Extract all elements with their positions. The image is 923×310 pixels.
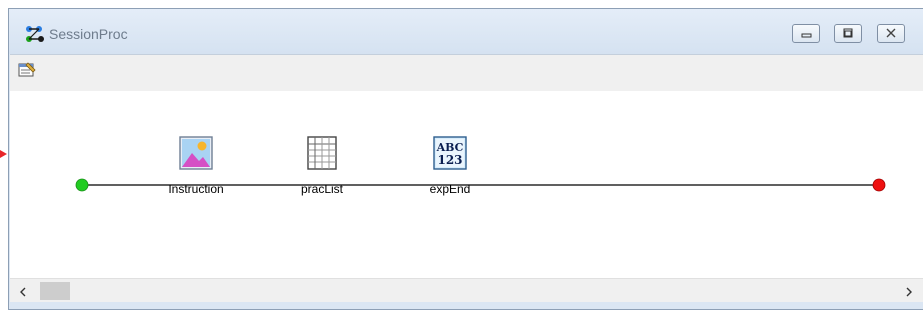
chevron-left-icon[interactable]: [16, 285, 30, 299]
title-bar[interactable]: SessionProc: [9, 9, 923, 54]
timeline-end-node: [872, 178, 886, 192]
timeline-object-praclist[interactable]: pracList: [282, 136, 362, 196]
object-label: expEnd: [429, 182, 471, 196]
timeline-canvas[interactable]: Instruction pracList ABC 123 expEnd: [10, 91, 923, 278]
properties-icon[interactable]: [18, 62, 36, 78]
red-arrow-marker: [0, 150, 7, 158]
toolbar: [10, 54, 923, 92]
image-display-icon: [179, 136, 213, 170]
timeline-start-node: [75, 178, 89, 192]
svg-text:123: 123: [437, 153, 462, 167]
procedure-icon: [26, 26, 44, 42]
text-display-icon: ABC 123: [433, 136, 467, 170]
horizontal-scrollbar[interactable]: [10, 278, 923, 304]
minimize-button[interactable]: [792, 24, 820, 43]
window-title: SessionProc: [49, 26, 128, 42]
minimize-icon: [801, 33, 812, 38]
object-label: Instruction: [168, 182, 224, 196]
timeline-object-expend[interactable]: ABC 123 expEnd: [410, 136, 490, 196]
object-label: pracList: [300, 182, 344, 196]
maximize-icon: [843, 28, 853, 38]
close-button[interactable]: [877, 24, 905, 43]
maximize-button[interactable]: [834, 24, 862, 43]
session-proc-window: SessionProc Instruction pracList ABC 123…: [8, 8, 923, 310]
scrollbar-thumb[interactable]: [40, 282, 70, 300]
close-icon: [886, 28, 896, 38]
window-bottom-border: [10, 302, 923, 309]
chevron-right-icon[interactable]: [902, 285, 916, 299]
timeline-object-instruction[interactable]: Instruction: [156, 136, 236, 196]
list-table-icon: [307, 136, 337, 170]
